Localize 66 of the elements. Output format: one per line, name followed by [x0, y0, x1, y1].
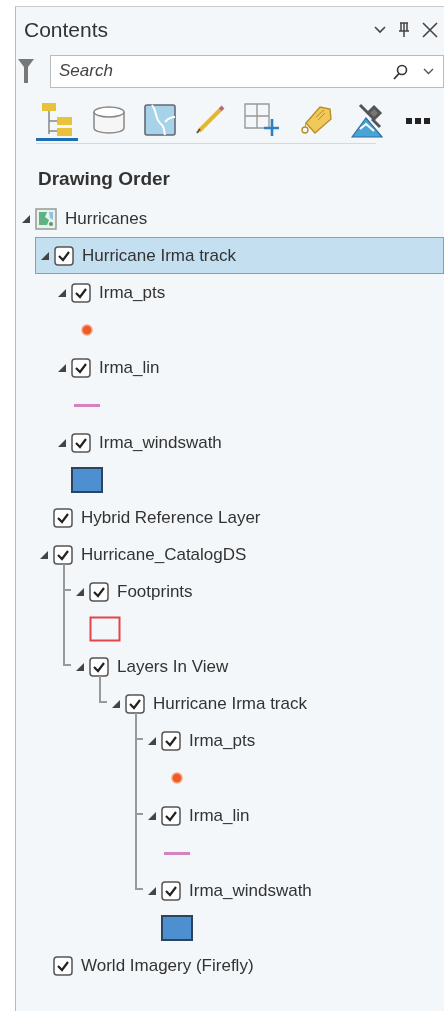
checkbox[interactable]: [161, 880, 181, 901]
tree-line: [99, 676, 107, 703]
panel-title: Contents: [24, 18, 109, 42]
search-icon[interactable]: [393, 63, 408, 80]
layer-name[interactable]: Irma_windswath: [189, 880, 312, 901]
tree-icon: [40, 101, 74, 138]
expanded-arrow-icon[interactable]: [58, 438, 66, 447]
layer-name[interactable]: Irma_lin: [99, 357, 160, 378]
layer-name[interactable]: Irma_windswath: [99, 432, 222, 453]
layer-name[interactable]: Hurricane Irma track: [82, 245, 236, 266]
layer-name[interactable]: Layers In View: [117, 656, 229, 677]
checkbox[interactable]: [161, 805, 181, 826]
checkbox[interactable]: [161, 730, 181, 751]
chevron-down-icon[interactable]: [374, 26, 386, 34]
outline-symbol-icon: [89, 616, 121, 642]
line-symbol-icon: [164, 851, 190, 855]
chevron-down-icon[interactable]: [423, 67, 434, 75]
checkbox[interactable]: [71, 357, 91, 378]
polygon-symbol-icon: [71, 467, 103, 493]
layer-name[interactable]: Irma_pts: [189, 730, 256, 751]
layer-name[interactable]: World Imagery (Firefly): [81, 955, 254, 976]
layer-name[interactable]: Footprints: [117, 581, 193, 602]
checkbox[interactable]: [71, 432, 91, 453]
checkbox[interactable]: [53, 544, 73, 565]
layer-name[interactable]: Hybrid Reference Layer: [81, 507, 261, 528]
cylinder-icon: [92, 104, 126, 135]
more-icon[interactable]: [406, 118, 430, 124]
expanded-arrow-icon[interactable]: [58, 288, 66, 297]
satellite-icon: [350, 101, 386, 138]
expanded-arrow-icon[interactable]: [40, 550, 48, 559]
toolbar-tab[interactable]: [36, 101, 78, 141]
filter-icon[interactable]: [18, 58, 34, 84]
checkbox[interactable]: [53, 507, 73, 528]
expanded-arrow-icon[interactable]: [148, 736, 156, 745]
layer-name[interactable]: Irma_lin: [189, 805, 250, 826]
layer-name[interactable]: Hurricanes: [65, 208, 148, 229]
close-icon[interactable]: [422, 22, 438, 38]
checkbox[interactable]: [125, 693, 145, 714]
expanded-arrow-icon[interactable]: [41, 251, 49, 260]
checkbox[interactable]: [89, 656, 109, 677]
map-icon: [35, 207, 57, 230]
expanded-arrow-icon[interactable]: [148, 811, 156, 820]
checkbox[interactable]: [53, 955, 73, 976]
search-field[interactable]: Search: [50, 54, 444, 88]
grid-plus-icon: [244, 102, 280, 137]
checkbox[interactable]: [71, 282, 91, 303]
expanded-arrow-icon[interactable]: [22, 214, 30, 223]
layer-name[interactable]: Hurricane_CatalogDS: [81, 544, 247, 565]
pin-icon[interactable]: [398, 22, 410, 38]
pencil-icon: [195, 104, 225, 135]
expanded-arrow-icon[interactable]: [112, 699, 120, 708]
line-symbol-icon: [74, 403, 100, 407]
expanded-arrow-icon[interactable]: [76, 587, 84, 596]
polygon-symbol-icon: [161, 915, 193, 941]
expanded-arrow-icon[interactable]: [148, 886, 156, 895]
checkbox[interactable]: [54, 245, 74, 266]
section-heading: Drawing Order: [37, 167, 171, 191]
expanded-arrow-icon[interactable]: [58, 363, 66, 372]
checkbox[interactable]: [89, 581, 109, 602]
point-symbol-icon: [171, 772, 183, 784]
point-symbol-icon: [81, 324, 93, 336]
expanded-arrow-icon[interactable]: [76, 662, 84, 671]
layer-name[interactable]: Hurricane Irma track: [153, 693, 307, 714]
selected-row-highlight[interactable]: Hurricane Irma track: [35, 237, 444, 274]
layer-name[interactable]: Irma_pts: [99, 282, 166, 303]
map-icon: [144, 103, 176, 136]
